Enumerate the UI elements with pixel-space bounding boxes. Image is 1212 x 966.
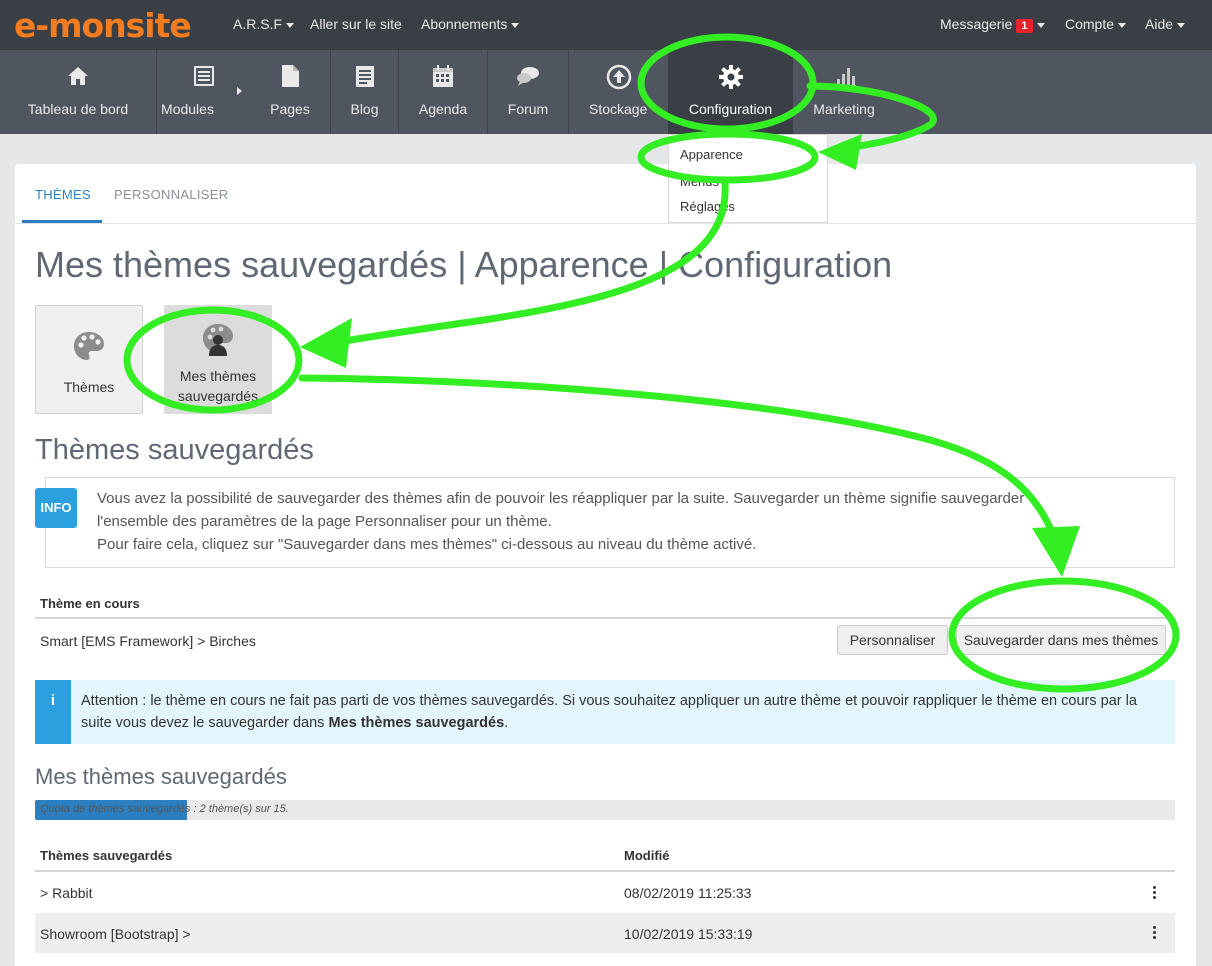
messaging-badge: 1 bbox=[1016, 19, 1033, 33]
dropdown-item-appearance[interactable]: Apparence bbox=[680, 147, 743, 162]
upload-circle-icon bbox=[569, 64, 668, 92]
tab-themes[interactable]: THÈMES bbox=[35, 187, 91, 202]
saved-themes-title: Mes thèmes sauvegardés bbox=[35, 764, 287, 789]
dropdown-item-settings[interactable]: Réglages bbox=[680, 199, 735, 214]
save-to-my-themes-button[interactable]: Sauvegarder dans mes thèmes bbox=[956, 625, 1166, 655]
nav-agenda[interactable]: Agenda bbox=[399, 50, 488, 134]
more-options-icon[interactable] bbox=[1153, 926, 1156, 941]
home-icon bbox=[0, 64, 156, 92]
themes-tile-label: Thèmes bbox=[63, 379, 115, 395]
alert-text-part: Attention : le thème en cours ne fait pa… bbox=[81, 693, 1137, 731]
quota-text: Quota de thèmes sauvegardés : 2 thème(s)… bbox=[40, 803, 289, 815]
chevron-down-icon bbox=[1118, 22, 1127, 28]
nav-storage[interactable]: Stockage bbox=[569, 50, 668, 134]
nav-pages-label: Pages bbox=[270, 101, 310, 117]
tab-customize[interactable]: PERSONNALISER bbox=[114, 187, 228, 202]
nav-blog-label: Blog bbox=[350, 101, 379, 117]
table-row-name[interactable]: Showroom [Bootstrap] > bbox=[40, 926, 191, 942]
alert-text-bold: Mes thèmes sauvegardés bbox=[328, 715, 505, 731]
page-icon bbox=[250, 64, 330, 92]
page-title: Mes thèmes sauvegardés | Apparence | Con… bbox=[35, 244, 893, 285]
chevron-down-icon bbox=[511, 22, 520, 28]
current-theme-name: Smart [EMS Framework] > Birches bbox=[40, 633, 256, 649]
calendar-icon bbox=[399, 64, 487, 92]
attention-alert: i Attention : le thème en cours ne fait … bbox=[35, 680, 1175, 744]
nav-forum-label: Forum bbox=[507, 101, 549, 117]
table-row-modified: 08/02/2019 11:25:33 bbox=[624, 885, 752, 901]
chevron-down-icon bbox=[1036, 22, 1045, 28]
nav-forum[interactable]: Forum bbox=[488, 50, 569, 134]
customize-button[interactable]: Personnaliser bbox=[837, 625, 948, 655]
tab-bar: THÈMES PERSONNALISER bbox=[15, 164, 1196, 224]
palette-icon bbox=[36, 330, 142, 365]
nav-pages[interactable]: Pages bbox=[250, 50, 331, 134]
site-menu-label: A.R.S.F bbox=[233, 16, 283, 32]
content-card: THÈMES PERSONNALISER Mes thèmes sauvegar… bbox=[15, 164, 1196, 966]
saved-themes-tile-label-1: Mes thèmes bbox=[179, 368, 257, 384]
site-logo[interactable]: e-monsite bbox=[14, 6, 192, 45]
info-line: l'ensemble des paramètres de la page Per… bbox=[97, 513, 552, 530]
account-menu[interactable]: Compte bbox=[1065, 16, 1127, 32]
themes-tile[interactable]: Thèmes bbox=[35, 305, 143, 414]
section-title: Thèmes sauvegardés bbox=[35, 434, 314, 466]
palette-user-icon bbox=[165, 322, 271, 359]
info-tag: INFO bbox=[35, 488, 77, 528]
chat-bubbles-icon bbox=[488, 64, 568, 92]
nav-marketing[interactable]: Marketing bbox=[793, 50, 895, 134]
alert-text: Attention : le thème en cours ne fait pa… bbox=[81, 690, 1171, 734]
current-theme-header: Thème en cours bbox=[40, 596, 140, 611]
messaging-menu[interactable]: Messagerie 1 bbox=[940, 16, 1045, 33]
configuration-dropdown: Apparence Menus Réglages bbox=[668, 134, 828, 223]
top-bar: e-monsite A.R.S.F Aller sur le site Abon… bbox=[0, 0, 1212, 50]
info-icon: i bbox=[35, 680, 71, 744]
help-label: Aide bbox=[1145, 16, 1174, 32]
visit-site-link[interactable]: Aller sur le site bbox=[310, 16, 402, 32]
more-options-icon[interactable] bbox=[1153, 886, 1156, 901]
chevron-down-icon bbox=[286, 22, 295, 28]
quota-bar: Quota de thèmes sauvegardés : 2 thème(s)… bbox=[35, 800, 1175, 820]
table-row bbox=[35, 913, 1175, 953]
nav-marketing-label: Marketing bbox=[813, 101, 875, 117]
bar-chart-icon bbox=[793, 64, 895, 92]
divider bbox=[35, 617, 1175, 619]
subscriptions-menu[interactable]: Abonnements bbox=[421, 16, 520, 32]
main-nav: Tableau de bord Modules Pages Blog Agend… bbox=[0, 50, 1212, 134]
nav-modules-label: Modules bbox=[161, 101, 214, 117]
gear-icon bbox=[668, 64, 793, 92]
info-line: Vous avez la possibilité de sauvegarder … bbox=[97, 490, 1025, 507]
blog-icon bbox=[331, 64, 398, 92]
nav-blog[interactable]: Blog bbox=[331, 50, 399, 134]
nav-storage-label: Stockage bbox=[589, 101, 648, 117]
divider bbox=[35, 870, 1175, 872]
table-header-modified: Modifié bbox=[624, 848, 670, 863]
info-text: Vous avez la possibilité de sauvegarder … bbox=[97, 487, 1167, 556]
saved-themes-tile[interactable]: Mes thèmes sauvegardés bbox=[164, 305, 272, 414]
table-header-themes: Thèmes sauvegardés bbox=[40, 848, 173, 863]
active-tab-indicator bbox=[22, 220, 102, 223]
account-label: Compte bbox=[1065, 16, 1115, 32]
nav-agenda-label: Agenda bbox=[418, 101, 468, 117]
nav-configuration-label: Configuration bbox=[688, 101, 773, 117]
chevron-down-icon bbox=[1177, 22, 1186, 28]
chevron-right-icon bbox=[237, 87, 242, 95]
subscriptions-label: Abonnements bbox=[421, 16, 508, 32]
info-line: Pour faire cela, cliquez sur "Sauvegarde… bbox=[97, 536, 757, 553]
alert-text-part: . bbox=[504, 715, 509, 731]
table-row-modified: 10/02/2019 15:33:19 bbox=[624, 926, 753, 942]
nav-dashboard[interactable]: Tableau de bord bbox=[0, 50, 157, 134]
nav-configuration[interactable]: Configuration bbox=[668, 50, 793, 134]
table-row-name[interactable]: > Rabbit bbox=[40, 885, 93, 901]
messaging-label: Messagerie bbox=[940, 16, 1013, 32]
site-menu[interactable]: A.R.S.F bbox=[233, 16, 295, 32]
help-menu[interactable]: Aide bbox=[1145, 16, 1186, 32]
saved-themes-tile-label-2: sauvegardés bbox=[177, 388, 259, 404]
dropdown-item-menus[interactable]: Menus bbox=[680, 174, 719, 189]
